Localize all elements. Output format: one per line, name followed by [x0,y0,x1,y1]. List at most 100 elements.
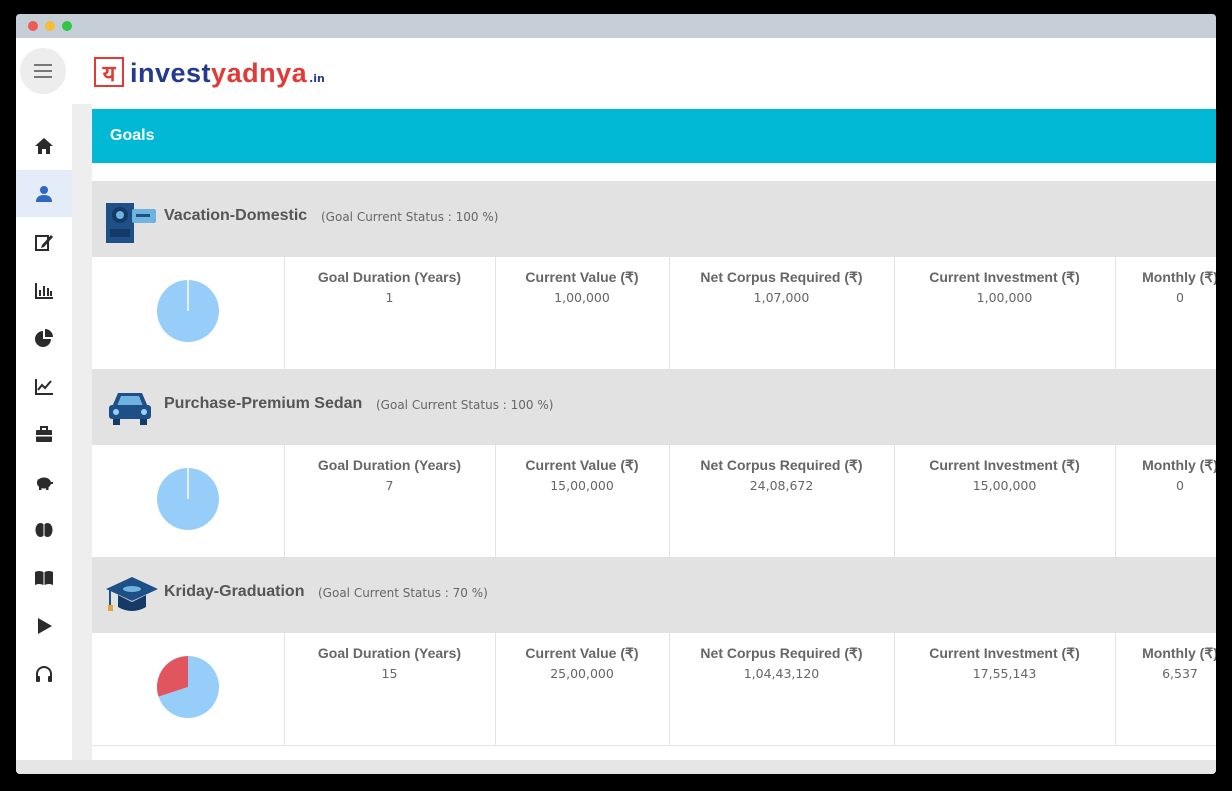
metric-label: Goal Duration (Years) [317,457,462,473]
metric-value: 0 [1176,290,1184,305]
logo-yadnya-text: yadnya [211,58,308,88]
goal-progress-pie-chart [157,656,219,718]
briefcase-icon [36,425,52,442]
goal-status-text: (Goal Current Status : 100 %) [321,210,499,224]
sidebar-item-home[interactable] [16,122,72,169]
sidebar-item-play[interactable] [16,602,72,649]
goal-progress-pie-cell [92,633,285,745]
goal-metric-cell: Monthly (₹) 0 [1115,445,1216,557]
horizontal-scrollbar[interactable] [16,760,1216,774]
investyadnya-logo[interactable]: य investyadnya .in [94,56,325,88]
app-window: य investyadnya .in Goals Vacation-Domest… [16,14,1216,774]
main-content: Goals Vacation-Domestic (Goal Current Sta… [92,104,1216,760]
goal-card[interactable]: Vacation-Domestic (Goal Current Status : … [92,181,1216,370]
piggy-bank-icon [37,477,53,490]
metric-value: 7 [385,478,394,493]
hamburger-icon [34,64,52,78]
metric-label: Current Value (₹) [525,457,639,473]
brain-icon [35,522,53,537]
sidebar-item-pie-chart[interactable] [16,314,72,361]
metric-label: Monthly (₹) [1142,457,1216,473]
goal-metric-cell: Monthly (₹) 0 [1115,257,1216,369]
metric-label: Current Investment (₹) [929,645,1080,661]
goal-status-text: (Goal Current Status : 70 %) [318,586,488,600]
goal-metric-cell: Net Corpus Required (₹) 1,04,43,120 [669,633,895,745]
goal-metric-cell: Goal Duration (Years) 15 [284,633,496,745]
goal-metric-cell: Current Value (₹) 15,00,000 [495,445,670,557]
sidebar-item-briefcase[interactable] [16,410,72,457]
metric-label: Current Investment (₹) [929,269,1080,285]
goal-details-row: Goal Duration (Years) 15 Current Value (₹)… [92,633,1216,746]
graduation-cap-icon [106,577,158,611]
headphones-icon [36,665,52,682]
metric-value: 15,00,000 [972,478,1037,493]
line-chart-icon [35,378,53,395]
metric-label: Current Investment (₹) [929,457,1080,473]
metric-value: 1,04,43,120 [743,666,820,681]
goal-progress-pie-cell [92,445,285,557]
goal-metric-cell: Goal Duration (Years) 1 [284,257,496,369]
logo-mark-letter: य [102,62,117,87]
book-icon [35,570,53,585]
goal-progress-pie-chart [157,280,219,342]
hamburger-menu-button[interactable] [20,48,66,94]
logo-invest-text: invest [130,58,212,88]
metric-label: Monthly (₹) [1142,645,1216,661]
sidebar-item-piggy-bank[interactable] [16,458,72,505]
user-icon [36,185,52,202]
edit-icon [35,234,53,251]
metric-value: 15 [381,666,398,681]
goal-header: Kriday-Graduation (Goal Current Status : … [92,557,1216,633]
metric-label: Net Corpus Required (₹) [700,269,863,285]
goal-card[interactable]: Kriday-Graduation (Goal Current Status : … [92,557,1216,746]
goal-metric-cell: Current Investment (₹) 1,00,000 [894,257,1116,369]
sidebar-item-line-chart[interactable] [16,362,72,409]
maximize-window-button[interactable] [62,21,72,31]
goal-metric-cell: Current Investment (₹) 15,00,000 [894,445,1116,557]
logo-tld-text: .in [309,72,325,85]
top-bar: य investyadnya .in [16,38,1216,129]
metric-label: Net Corpus Required (₹) [700,457,863,473]
window-titlebar [16,14,1216,38]
goal-details-row: Goal Duration (Years) 1 Current Value (₹) 1… [92,257,1216,370]
sidebar-item-book[interactable] [16,554,72,601]
goal-metric-cell: Current Value (₹) 25,00,000 [495,633,670,745]
sidebar-item-edit[interactable] [16,218,72,265]
goal-progress-pie-chart [157,468,219,530]
logo-mark-icon: य [94,57,124,87]
play-icon [38,617,52,634]
metric-value: 1,07,000 [753,290,810,305]
goal-metric-cell: Current Investment (₹) 17,55,143 [894,633,1116,745]
sidebar-item-brain[interactable] [16,506,72,553]
metric-value: 0 [1176,478,1184,493]
metric-value: 25,00,000 [550,666,614,681]
goal-metric-cell: Goal Duration (Years) 7 [284,445,496,557]
metric-value: 17,55,143 [972,666,1037,681]
sidebar-nav [16,104,72,760]
sidebar-item-headphones[interactable] [16,650,72,697]
bar-chart-icon [35,282,53,299]
logo-wordmark: investyadnya [130,58,307,88]
goal-title: Purchase-Premium Sedan [164,395,363,412]
sidebar-item-user[interactable] [16,170,72,217]
goals-header-bar: Goals [92,109,1216,163]
metric-value: 15,00,000 [550,478,614,493]
goal-card[interactable]: Purchase-Premium Sedan (Goal Current Stat… [92,369,1216,558]
pie-chart-icon [35,328,53,347]
metric-value: 1,00,000 [976,290,1033,305]
goal-title: Kriday-Graduation [164,583,305,600]
goal-metric-cell: Current Value (₹) 1,00,000 [495,257,670,369]
metric-label: Current Value (₹) [525,645,639,661]
close-window-button[interactable] [28,21,38,31]
goal-progress-pie-cell [92,257,285,369]
goal-status-text: (Goal Current Status : 100 %) [376,398,554,412]
sidebar-item-bar-chart[interactable] [16,266,72,313]
metric-value: 6,537 [1162,666,1198,681]
goal-metric-cell: Net Corpus Required (₹) 1,07,000 [669,257,895,369]
goal-header: Vacation-Domestic (Goal Current Status : … [92,181,1216,257]
sidebar-gutter [72,104,92,760]
goal-title: Vacation-Domestic [164,207,308,224]
goal-metric-cell: Net Corpus Required (₹) 24,08,672 [669,445,895,557]
metric-value: 24,08,672 [749,478,814,493]
minimize-window-button[interactable] [45,21,55,31]
